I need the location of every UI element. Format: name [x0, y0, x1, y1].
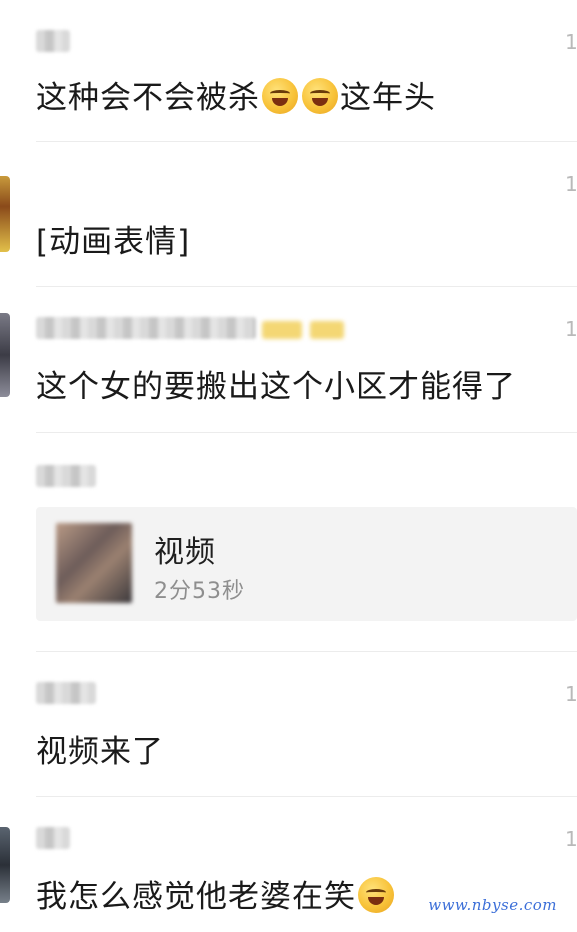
- laughing-crying-emoji-icon: [262, 78, 298, 114]
- avatar[interactable]: [0, 827, 10, 903]
- video-thumbnail[interactable]: [56, 523, 132, 603]
- comment-text: 我怎么感觉他老婆在笑: [36, 871, 396, 916]
- comment-time: 1: [565, 172, 577, 196]
- avatar[interactable]: [0, 313, 10, 397]
- comment-list: 1 这种会不会被杀 这年头 1 [动画表情] 1 这个女的要搬出这个小区才能得了 …: [0, 0, 577, 932]
- commenter-name-blurred[interactable]: [36, 30, 70, 52]
- comment-text: [动画表情]: [36, 224, 191, 260]
- video-card[interactable]: 视频 2分53秒: [36, 507, 577, 621]
- commenter-name-blurred[interactable]: [36, 827, 70, 849]
- commenter-name-blurred[interactable]: [36, 682, 96, 704]
- comment-text-part: 这年头: [340, 80, 436, 116]
- laughing-crying-emoji-icon: [302, 78, 338, 114]
- comment-item[interactable]: 视频 2分53秒: [0, 433, 577, 652]
- comment-text: 视频来了: [36, 734, 164, 770]
- video-duration: 2分53秒: [154, 579, 245, 604]
- comment-time: 1: [565, 682, 577, 706]
- comment-item[interactable]: 1 视频来了: [0, 652, 577, 797]
- comment-text-part: 我怎么感觉他老婆在笑: [36, 879, 356, 915]
- comment-item[interactable]: 1 这种会不会被杀 这年头: [0, 0, 577, 142]
- laughing-crying-emoji-icon: [358, 877, 394, 913]
- commenter-name-blurred[interactable]: [36, 465, 96, 487]
- comment-time: 1: [565, 317, 577, 341]
- comment-text: 这种会不会被杀 这年头: [36, 72, 436, 117]
- avatar[interactable]: [0, 176, 10, 252]
- name-decoration-icon: [310, 321, 344, 339]
- comment-item[interactable]: 1 这个女的要搬出这个小区才能得了: [0, 287, 577, 433]
- comment-item[interactable]: 1 [动画表情]: [0, 142, 577, 287]
- comment-text: 这个女的要搬出这个小区才能得了: [36, 369, 516, 405]
- name-decoration-icon: [262, 321, 302, 339]
- video-title: 视频: [154, 535, 216, 570]
- comment-time: 1: [565, 30, 577, 54]
- comment-text-part: 这种会不会被杀: [36, 80, 260, 116]
- commenter-name-blurred[interactable]: [36, 317, 256, 339]
- comment-time: 1: [565, 827, 577, 851]
- watermark: www.nbyse.com: [428, 896, 557, 914]
